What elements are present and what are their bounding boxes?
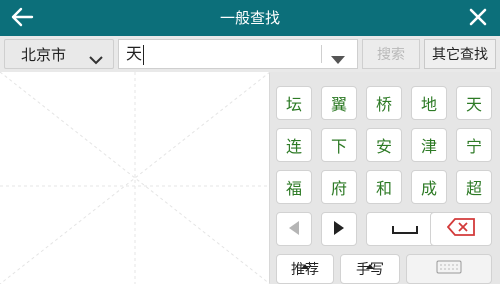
chevron-down-icon xyxy=(89,50,103,69)
candidate-key[interactable]: 桥 xyxy=(366,86,402,120)
city-selector[interactable]: 北京市 xyxy=(4,39,114,69)
search-input[interactable]: 天 xyxy=(118,39,358,69)
candidate-key[interactable]: 坛 xyxy=(276,86,312,120)
divider xyxy=(321,45,322,63)
text-caret xyxy=(143,45,144,65)
space-icon xyxy=(391,220,419,239)
search-button[interactable]: 搜索 xyxy=(362,39,420,69)
candidate-key[interactable]: 和 xyxy=(366,170,402,204)
close-icon[interactable] xyxy=(464,3,492,31)
recommend-key[interactable]: 推荐 xyxy=(276,254,334,284)
caret-up-icon xyxy=(301,257,309,273)
page-title: 一般查找 xyxy=(219,9,280,27)
candidate-key[interactable]: 津 xyxy=(411,128,447,162)
pad-guide-lines xyxy=(0,72,270,284)
left-triangle-icon xyxy=(289,220,299,239)
candidate-keyboard: 坛 翼 桥 地 天 连 下 安 津 宁 福 府 和 成 超 推荐 手写 xyxy=(270,72,500,284)
candidate-key[interactable]: 连 xyxy=(276,128,312,162)
app-header: 一般查找 xyxy=(0,0,500,36)
candidate-key[interactable]: 府 xyxy=(321,170,357,204)
other-search-button[interactable]: 其它查找 xyxy=(424,39,496,69)
candidate-key[interactable]: 天 xyxy=(456,86,492,120)
search-input-value: 天 xyxy=(126,44,143,63)
candidate-key[interactable]: 安 xyxy=(366,128,402,162)
handwriting-key[interactable]: 手写 xyxy=(340,254,400,284)
right-triangle-icon xyxy=(334,220,344,239)
candidate-key[interactable]: 超 xyxy=(456,170,492,204)
cursor-right-key[interactable] xyxy=(321,212,357,246)
keyboard-toggle-key[interactable] xyxy=(406,254,492,284)
candidate-key[interactable]: 地 xyxy=(411,86,447,120)
candidate-key[interactable]: 下 xyxy=(321,128,357,162)
dropdown-triangle-icon[interactable] xyxy=(331,50,345,69)
delete-key[interactable] xyxy=(430,212,492,246)
backspace-icon xyxy=(446,218,475,240)
handwriting-pad[interactable] xyxy=(0,72,270,284)
city-name: 北京市 xyxy=(21,45,67,64)
candidate-key[interactable]: 福 xyxy=(276,170,312,204)
candidate-key[interactable]: 宁 xyxy=(456,128,492,162)
cursor-left-key[interactable] xyxy=(276,212,312,246)
candidate-key[interactable]: 成 xyxy=(411,170,447,204)
search-bar: 北京市 天 搜索 其它查找 xyxy=(0,36,500,72)
keyboard-icon xyxy=(436,260,462,278)
caret-up-icon xyxy=(366,257,374,273)
candidate-key[interactable]: 翼 xyxy=(321,86,357,120)
